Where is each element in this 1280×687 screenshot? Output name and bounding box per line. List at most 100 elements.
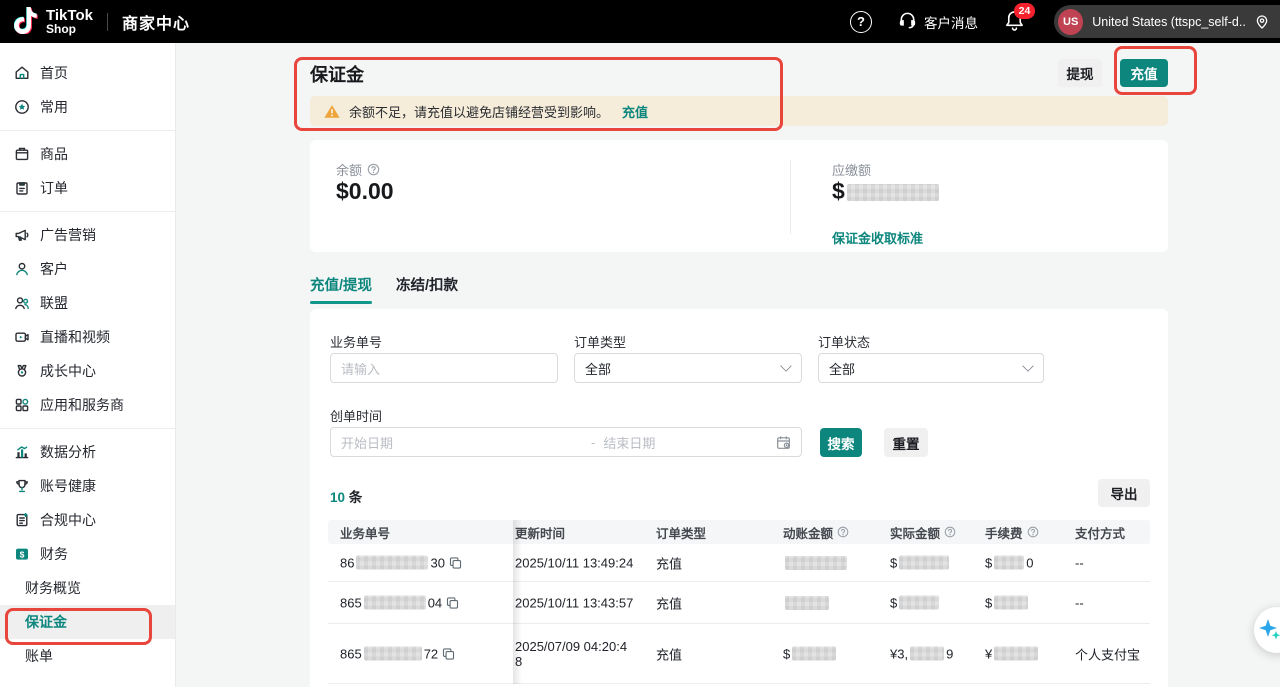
sidebar-item-home[interactable]: 首页	[0, 56, 175, 90]
sidebar-item-finance-overview[interactable]: 财务概览	[0, 571, 175, 605]
svg-text:$: $	[19, 549, 24, 559]
info-icon[interactable]	[1027, 526, 1039, 538]
column-label: 实际金额	[890, 523, 940, 542]
result-count: 10 条	[330, 486, 362, 506]
sidebar-item-live-video[interactable]: 直播和视频	[0, 320, 175, 354]
table-header: 业务单号更新时间订单类型动账金额实际金额手续费支付方式	[328, 520, 1150, 544]
column-header-5: 手续费	[985, 520, 1039, 544]
brand-wordmark: TikTok Shop	[46, 8, 93, 35]
finance-icon: $	[13, 546, 30, 563]
account-label: United States (ttspc_self-d...	[1092, 15, 1245, 29]
update-time-cell: 2025/07/09 04:20:48	[515, 639, 627, 669]
column-header-3: 动账金额	[783, 520, 849, 544]
order-type-cell: 充值	[656, 593, 682, 612]
export-button[interactable]: 导出	[1098, 479, 1150, 507]
tiktok-shop-seller-center: TikTok Shop 商家中心 ? 客户消息	[0, 0, 1280, 687]
withdraw-button[interactable]: 提现	[1058, 59, 1102, 87]
sidebar-item-customers[interactable]: 客户	[0, 252, 175, 286]
notifications-button[interactable]: 24	[1004, 9, 1028, 35]
info-icon[interactable]	[944, 526, 956, 538]
redacted-value	[899, 596, 939, 610]
balance-info-icon[interactable]	[367, 163, 380, 176]
sidebar-item-compliance-center[interactable]: 合规中心	[0, 503, 175, 537]
sidebar-item-label: 保证金	[25, 612, 67, 632]
payment-method-cell: --	[1075, 555, 1084, 570]
payment-method-cell: --	[1075, 595, 1084, 610]
redacted-value	[364, 647, 422, 661]
column-label: 订单类型	[656, 523, 706, 542]
search-button[interactable]: 搜索	[820, 428, 862, 457]
sidebar: 首页常用商品订单广告营销客户联盟直播和视频成长中心应用和服务商数据分析账号健康合…	[0, 43, 176, 687]
tab-freeze-deduction[interactable]: 冻结/扣款	[396, 274, 458, 304]
copy-icon[interactable]	[449, 556, 462, 569]
table-row[interactable]: 865722025/07/09 04:20:48充值$¥3,9¥个人支付宝	[328, 624, 1150, 684]
tab-recharge-withdraw[interactable]: 充值/提现	[310, 274, 372, 304]
filter-table-panel: 业务单号 订单类型 订单状态 请输入 全部 全部 创单时间 开始日期 - 结束日…	[310, 309, 1168, 687]
actual-amount-cell: ¥3,9	[890, 646, 953, 661]
table-row[interactable]: 86302025/10/11 13:49:24充值$$0--	[328, 544, 1150, 582]
deposit-standard-link[interactable]: 保证金收取标准	[832, 228, 923, 247]
redacted-value	[356, 556, 428, 570]
sidebar-item-products[interactable]: 商品	[0, 137, 175, 171]
sidebar-item-orders[interactable]: 订单	[0, 171, 175, 205]
account-switcher[interactable]: US United States (ttspc_self-d...	[1054, 5, 1280, 38]
sidebar-item-ads-marketing[interactable]: 广告营销	[0, 218, 175, 252]
redacted-value	[785, 596, 829, 610]
sidebar-divider	[0, 211, 175, 212]
order-no-label: 业务单号	[330, 332, 382, 351]
sidebar-item-label: 商品	[40, 144, 68, 164]
copy-icon[interactable]	[442, 647, 455, 660]
order-no-input[interactable]: 请输入	[330, 353, 558, 383]
sidebar-item-label: 财务	[40, 544, 68, 564]
order-status-select[interactable]: 全部	[818, 353, 1044, 383]
calendar-icon[interactable]	[776, 435, 791, 450]
transaction-id-cell: 86504	[340, 595, 459, 610]
customer-messages-button[interactable]: 客户消息	[898, 11, 978, 33]
recharge-button[interactable]: 充值	[1120, 59, 1168, 87]
sidebar-item-label: 广告营销	[40, 225, 96, 245]
order-type-select[interactable]: 全部	[574, 353, 802, 383]
sidebar-item-label: 成长中心	[40, 361, 96, 381]
order-type-cell: 充值	[656, 644, 682, 663]
sidebar-item-affiliate[interactable]: 联盟	[0, 286, 175, 320]
top-bar: TikTok Shop 商家中心 ? 客户消息	[0, 0, 1280, 43]
actual-amount-cell: $	[890, 595, 941, 610]
copy-icon[interactable]	[446, 596, 459, 609]
sidebar-item-analytics[interactable]: 数据分析	[0, 435, 175, 469]
info-icon[interactable]	[837, 526, 849, 538]
redacted-value	[899, 556, 949, 570]
user-icon	[13, 261, 30, 278]
column-header-1: 更新时间	[515, 520, 565, 544]
brand-logo[interactable]: TikTok Shop	[0, 7, 93, 37]
date-range-input[interactable]: 开始日期 - 结束日期	[330, 427, 802, 457]
transaction-id-cell: 86572	[340, 646, 455, 661]
sidebar-item-finance[interactable]: $ 财务	[0, 537, 175, 571]
help-icon[interactable]: ?	[850, 11, 872, 33]
main-content: 保证金 提现 充值 余额不足，请充值以避免店铺经营受到影响。 充值 余额	[176, 43, 1280, 687]
video-icon	[13, 329, 30, 346]
reset-button[interactable]: 重置	[884, 428, 928, 457]
redacted-due-amount	[847, 184, 939, 201]
sidebar-item-label: 订单	[40, 178, 68, 198]
sidebar-item-deposit[interactable]: 保证金	[0, 605, 175, 639]
sidebar-item-account-health[interactable]: 账号健康	[0, 469, 175, 503]
order-type-cell: 充值	[656, 553, 682, 572]
sidebar-divider	[0, 130, 175, 131]
table-row[interactable]: 865042025/10/11 13:43:57充值$$--	[328, 582, 1150, 624]
warning-recharge-link[interactable]: 充值	[622, 102, 648, 121]
sidebar-item-label: 数据分析	[40, 442, 96, 462]
warning-message: 余额不足，请充值以避免店铺经营受到影响。	[349, 102, 609, 121]
sidebar-item-growth-center[interactable]: 成长中心	[0, 354, 175, 388]
sidebar-item-frequently-used[interactable]: 常用	[0, 90, 175, 124]
redacted-value	[994, 647, 1038, 661]
sidebar-item-apps-services[interactable]: 应用和服务商	[0, 388, 175, 422]
sidebar-item-bills[interactable]: 账单	[0, 639, 175, 673]
doc-icon	[13, 512, 30, 529]
update-time-cell: 2025/10/11 13:49:24	[515, 555, 633, 570]
home-icon	[13, 65, 30, 82]
chevron-down-icon	[780, 360, 791, 371]
balance-amount: $0.00	[336, 178, 394, 205]
update-time-cell: 2025/10/11 13:43:57	[515, 595, 633, 610]
balance-card: 余额 $0.00 应缴额 $ 保证金收取标准	[310, 140, 1168, 252]
order-status-label: 订单状态	[818, 332, 870, 351]
